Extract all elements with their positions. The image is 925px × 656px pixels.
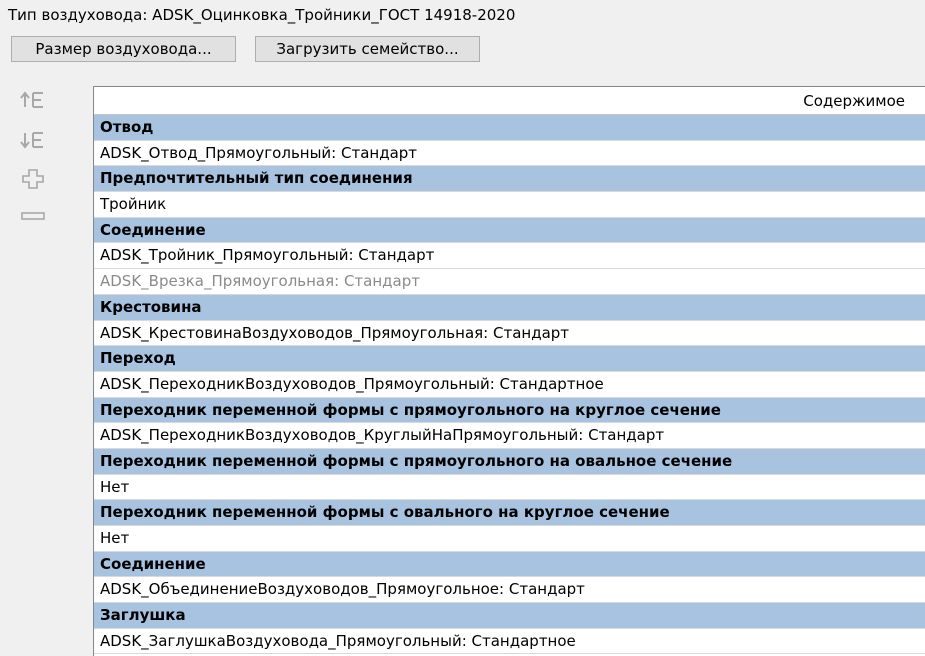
group-header[interactable]: Отвод [94, 115, 925, 141]
group-header[interactable]: Заглушка [94, 603, 925, 629]
move-up-icon[interactable] [18, 88, 48, 112]
move-down-icon[interactable] [18, 128, 48, 152]
table-row[interactable]: Нет [94, 474, 925, 501]
table-row[interactable]: Нет [94, 526, 925, 552]
table-row[interactable]: ADSK_ПереходникВоздуховодов_Прямоугольны… [94, 371, 925, 398]
table-row[interactable]: ADSK_ПереходникВоздуховодов_КруглыйНаПря… [94, 423, 925, 449]
group-header[interactable]: Соединение [94, 551, 925, 578]
table-row[interactable]: ADSK_Врезка_Прямоугольная: Стандарт [94, 269, 925, 295]
group-header[interactable]: Переходник переменной формы с овального … [94, 500, 925, 526]
table-body: Отвод ADSK_Отвод_Прямоугольный: Стандарт П… [94, 115, 925, 655]
group-header[interactable]: Соединение [94, 217, 925, 244]
duct-size-button[interactable]: Размер воздуховода... [11, 36, 236, 62]
column-header-content[interactable]: Содержимое [94, 87, 925, 115]
load-family-button[interactable]: Загрузить семейство... [255, 36, 480, 62]
group-header[interactable]: Переходник переменной формы с прямоуголь… [94, 448, 925, 475]
table-row[interactable]: ADSK_КрестовинаВоздуховодов_Прямоугольна… [94, 320, 925, 347]
group-header[interactable]: Крестовина [94, 294, 925, 321]
fittings-table: Содержимое Отвод ADSK_Отвод_Прямоугольный… [93, 86, 925, 656]
table-row[interactable]: Тройник [94, 192, 925, 218]
duct-type-title: Тип воздуховода: ADSK_Оцинковка_Тройники… [8, 6, 516, 24]
table-row[interactable]: ADSK_ЗаглушкаВоздуховода_Прямоугольный: … [94, 628, 925, 655]
table-row[interactable]: ADSK_Отвод_Прямоугольный: Стандарт [94, 140, 925, 167]
table-row[interactable]: ADSK_Тройник_Прямоугольный: Стандарт [94, 243, 925, 270]
group-header[interactable]: Переход [94, 346, 925, 372]
remove-icon[interactable] [18, 204, 48, 228]
table-row[interactable]: ADSK_ОбъединениеВоздуховодов_Прямоугольн… [94, 577, 925, 604]
group-header[interactable]: Предпочтительный тип соединения [94, 166, 925, 193]
add-icon[interactable] [18, 167, 48, 191]
group-header[interactable]: Переходник переменной формы с прямоуголь… [94, 397, 925, 424]
